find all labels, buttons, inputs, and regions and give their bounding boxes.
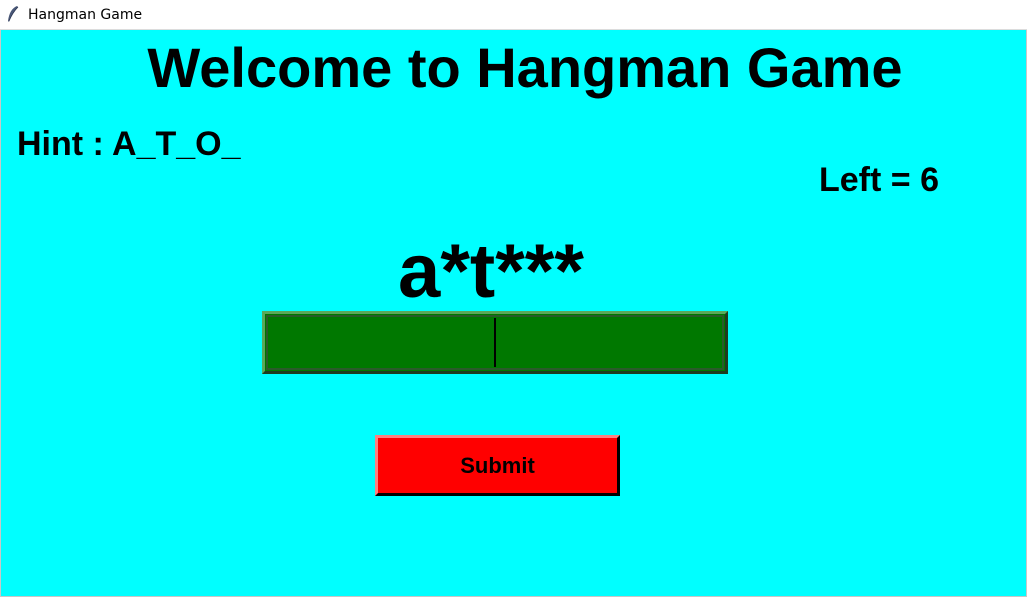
page-title: Welcome to Hangman Game bbox=[147, 36, 903, 99]
submit-button[interactable]: Submit bbox=[375, 435, 620, 496]
hint-label: Hint : A_T_O_ bbox=[17, 125, 241, 163]
masked-word: a*t*** bbox=[398, 229, 584, 314]
attempts-left-label: Left = 6 bbox=[819, 161, 939, 199]
feather-icon bbox=[8, 6, 19, 22]
window-titlebar: Hangman Game bbox=[0, 0, 1027, 30]
window-title: Hangman Game bbox=[28, 7, 143, 23]
text-caret bbox=[494, 318, 496, 367]
